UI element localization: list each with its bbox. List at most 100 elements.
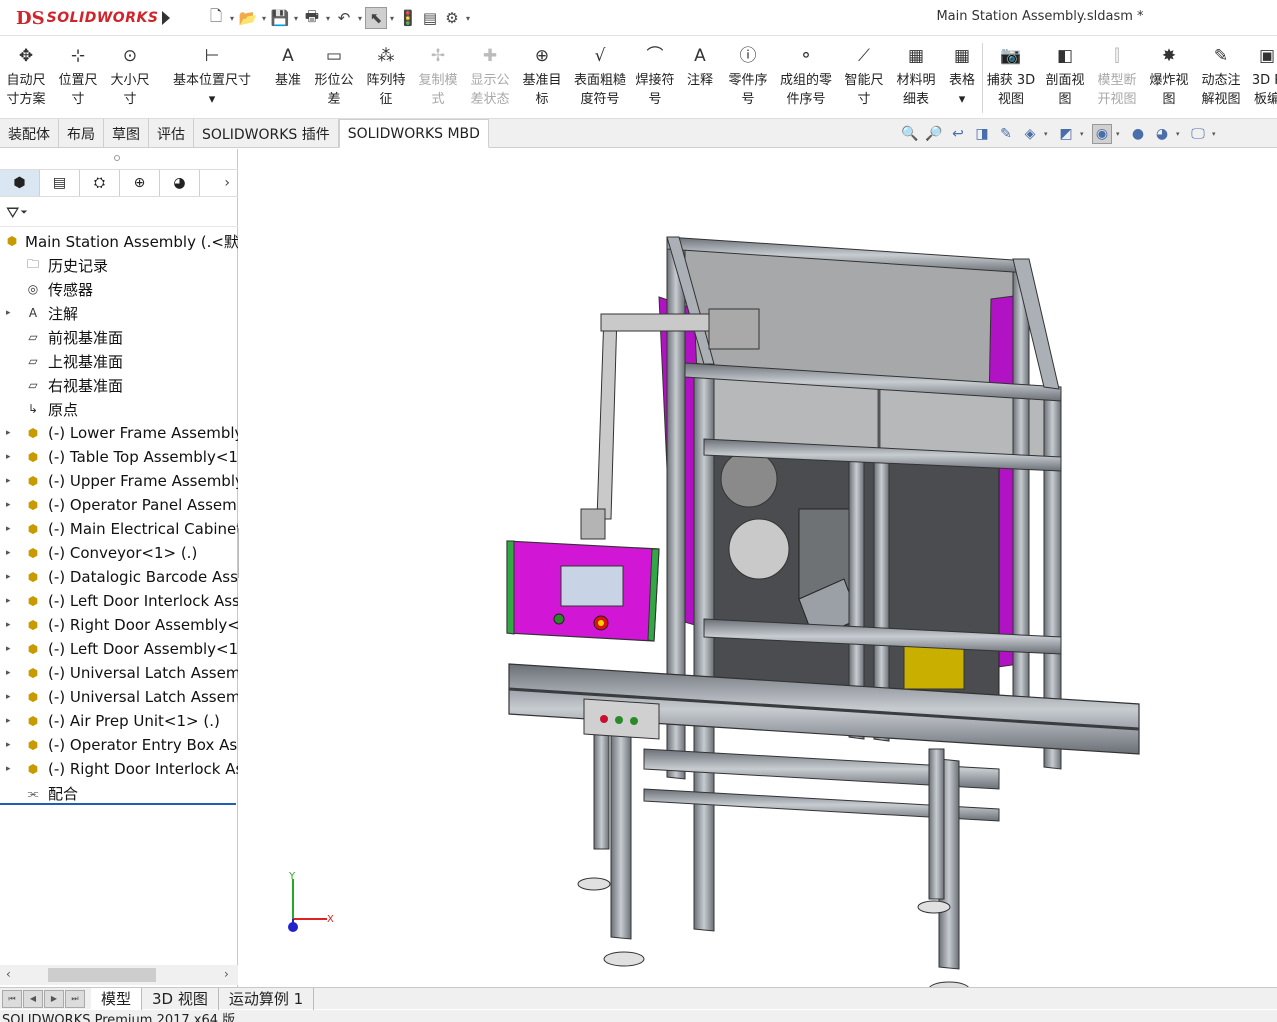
expand-arrow-icon[interactable]: ▸ [6, 572, 14, 582]
tree-item[interactable]: ▸ ⬢ (-) Conveyor<1> (.) [0, 541, 238, 565]
view-orientation-icon[interactable]: ◈ [1020, 124, 1040, 144]
expand-arrow-icon[interactable]: ▸ [6, 764, 14, 774]
scroll-left-icon[interactable]: ‹ [6, 967, 11, 981]
tree-item[interactable]: ▸ ⬢ (-) Universal Latch Assemb [0, 661, 238, 685]
expand-arrow-icon[interactable]: ▸ [6, 740, 14, 750]
location-dimension-button[interactable]: ⊹ 位置尺寸 [52, 37, 104, 119]
tree-item[interactable]: ▸ ⬢ (-) Main Electrical Cabinet [0, 517, 238, 541]
expand-arrow-icon[interactable]: ▸ [6, 500, 14, 510]
dropdown-arrow-icon[interactable]: ▾ [1044, 130, 1052, 138]
last-tab-icon[interactable]: ⏭ [65, 989, 85, 1008]
scroll-right-icon[interactable]: › [224, 967, 229, 981]
dynamic-annotation-view-button[interactable]: ✎ 动态注 解视图 [1195, 37, 1247, 119]
expand-arrow-icon[interactable]: ▸ [6, 428, 14, 438]
exploded-view-button[interactable]: ✸ 爆炸视图 [1143, 37, 1195, 119]
tree-horizontal-scrollbar[interactable]: ‹ › [0, 965, 238, 985]
filter-icon[interactable]: ⛛ [6, 203, 19, 223]
tree-item[interactable]: ↳ 原点 [0, 397, 238, 421]
tree-item[interactable]: ▸ A 注解 [0, 301, 238, 325]
table-button[interactable]: ▦ 表格 ▾ [942, 37, 982, 119]
configuration-manager-tab-icon[interactable]: ⛭ [80, 170, 120, 196]
tree-filter[interactable]: ⛛ ⏷ [0, 199, 238, 227]
tree-item[interactable]: ▸ ⬢ (-) Upper Frame Assembly [0, 469, 238, 493]
geometric-tolerance-button[interactable]: ▭ 形位公差 [308, 37, 360, 119]
tree-item[interactable]: ◎ 传感器 [0, 277, 238, 301]
dropdown-arrow-icon[interactable]: ▾ [1080, 130, 1088, 138]
bom-button[interactable]: ▦ 材料明 细表 [890, 37, 942, 119]
pane-grip-handle[interactable] [114, 155, 120, 161]
size-dimension-button[interactable]: ⊙ 大小尺寸 [104, 37, 156, 119]
expand-arrow-icon[interactable]: ▸ [6, 692, 14, 702]
datum-target-button[interactable]: ⊕ 基准目标 [516, 37, 568, 119]
tree-item[interactable]: ▸ ⬢ (-) Right Door Assembly< [0, 613, 238, 637]
expand-arrow-icon[interactable]: ▸ [6, 620, 14, 630]
bottom-tab-2[interactable]: 运动算例 1 [219, 987, 315, 1010]
tab-0[interactable]: 装配体 [0, 119, 59, 148]
first-tab-icon[interactable]: ⏮ [2, 989, 22, 1008]
tab-4[interactable]: SOLIDWORKS 插件 [194, 119, 339, 148]
zoom-to-area-icon[interactable]: 🔎 [924, 124, 944, 144]
weld-symbol-button[interactable]: ⌒ 焊接符号 [632, 37, 678, 119]
apply-scene-icon[interactable]: ◕ [1152, 124, 1172, 144]
note-button[interactable]: A 注释 [678, 37, 722, 119]
capture-3d-view-button[interactable]: 📷 捕获 3D 视图 [983, 37, 1039, 119]
balloon-button[interactable]: ⓘ 零件序号 [722, 37, 774, 119]
expand-arrow-icon[interactable]: ▸ [6, 308, 14, 318]
tree-item[interactable]: ▸ ⬢ (-) Right Door Interlock As [0, 757, 238, 781]
tree-item[interactable]: ⫘ 配合 [0, 781, 238, 805]
tree-item[interactable]: ▸ ⬢ (-) Table Top Assembly<1 [0, 445, 238, 469]
zoom-to-fit-icon[interactable]: 🔍 [900, 124, 920, 144]
previous-view-icon[interactable]: ↩ [948, 124, 968, 144]
stacked-balloon-button[interactable]: ⚬ 成组的零 件序号 [774, 37, 838, 119]
dimxpert-manager-tab-icon[interactable]: ⊕ [120, 170, 160, 196]
expand-arrow-icon[interactable]: ▸ [6, 596, 14, 606]
tree-root-assembly[interactable]: ⬢ Main Station Assembly (.<默 [0, 229, 238, 253]
expand-arrow-icon[interactable]: ▸ [6, 476, 14, 486]
tree-item[interactable]: ▸ ⬢ (-) Left Door Assembly<1: [0, 637, 238, 661]
tree-item[interactable]: ▸ ⬢ (-) Operator Panel Assemb [0, 493, 238, 517]
tree-item[interactable]: ▸ ⬢ (-) Operator Entry Box Ass [0, 733, 238, 757]
expand-arrow-icon[interactable]: ▸ [6, 716, 14, 726]
property-manager-tab-icon[interactable]: ▤ [40, 170, 80, 196]
dynamic-annotation-icon[interactable]: ✎ [996, 124, 1016, 144]
rollback-bar[interactable] [0, 803, 236, 805]
expand-arrow-icon[interactable]: ▸ [6, 668, 14, 678]
dropdown-arrow-icon[interactable]: ▾ [1176, 130, 1184, 138]
view-settings-icon[interactable]: 🖵 [1188, 124, 1208, 144]
filter-dropdown-icon[interactable]: ⏷ [20, 208, 27, 218]
display-style-icon[interactable]: ◩ [1056, 124, 1076, 144]
bottom-tab-0[interactable]: 模型 [91, 987, 143, 1010]
tree-item[interactable]: ▱ 前视基准面 [0, 325, 238, 349]
hide-show-icon[interactable]: ◉ [1092, 124, 1112, 144]
display-manager-tab-icon[interactable]: ◕ [160, 170, 200, 196]
tab-1[interactable]: 布局 [59, 119, 104, 148]
tree-item[interactable]: ▸ ⬢ (-) Universal Latch Assemb [0, 685, 238, 709]
bottom-tab-1[interactable]: 3D 视图 [142, 987, 219, 1010]
expand-arrow-icon[interactable]: ▸ [6, 452, 14, 462]
tree-item[interactable]: ▱ 右视基准面 [0, 373, 238, 397]
dropdown-arrow-icon[interactable]: ▾ [1116, 130, 1124, 138]
3d-pdf-button[interactable]: ▣ 3D P 板编 [1247, 37, 1277, 119]
section-view-toggle-icon[interactable]: ◨ [972, 124, 992, 144]
tab-5[interactable]: SOLIDWORKS MBD [338, 119, 489, 148]
graphics-area[interactable]: Y X [239, 149, 1277, 987]
tree-item[interactable]: ▸ ⬢ (-) Air Prep Unit<1> (.) [0, 709, 238, 733]
tab-2[interactable]: 草图 [104, 119, 149, 148]
datum-button[interactable]: A 基准 [268, 37, 308, 119]
basic-location-dimension-button[interactable]: ⊢ 基本位置尺寸 ▾ [156, 37, 268, 119]
smart-dimension-button[interactable]: ⟋ 智能尺寸 [838, 37, 890, 119]
prev-tab-icon[interactable]: ◀ [23, 989, 43, 1008]
tree-item[interactable]: ▱ 上视基准面 [0, 349, 238, 373]
tree-item[interactable]: ▸ ⬢ (-) Left Door Interlock Ass [0, 589, 238, 613]
edit-appearance-icon[interactable]: ● [1128, 124, 1148, 144]
assembly-model[interactable] [239, 149, 1277, 987]
tree-item[interactable]: ▸ ⬢ (-) Lower Frame Assembly [0, 421, 238, 445]
expand-arrow-icon[interactable]: ▸ [6, 644, 14, 654]
pattern-feature-button[interactable]: ⁂ 阵列特征 [360, 37, 412, 119]
tree-item[interactable]: ▸ ⬢ (-) Datalogic Barcode Asse [0, 565, 238, 589]
feature-manager-tab-icon[interactable]: ⬢ [0, 170, 40, 196]
next-tab-icon[interactable]: ▶ [44, 989, 64, 1008]
section-view-button[interactable]: ◧ 剖面视图 [1039, 37, 1091, 119]
surface-finish-button[interactable]: √ 表面粗糙 度符号 [568, 37, 632, 119]
pane-tabs-more-icon[interactable]: › [200, 170, 236, 196]
